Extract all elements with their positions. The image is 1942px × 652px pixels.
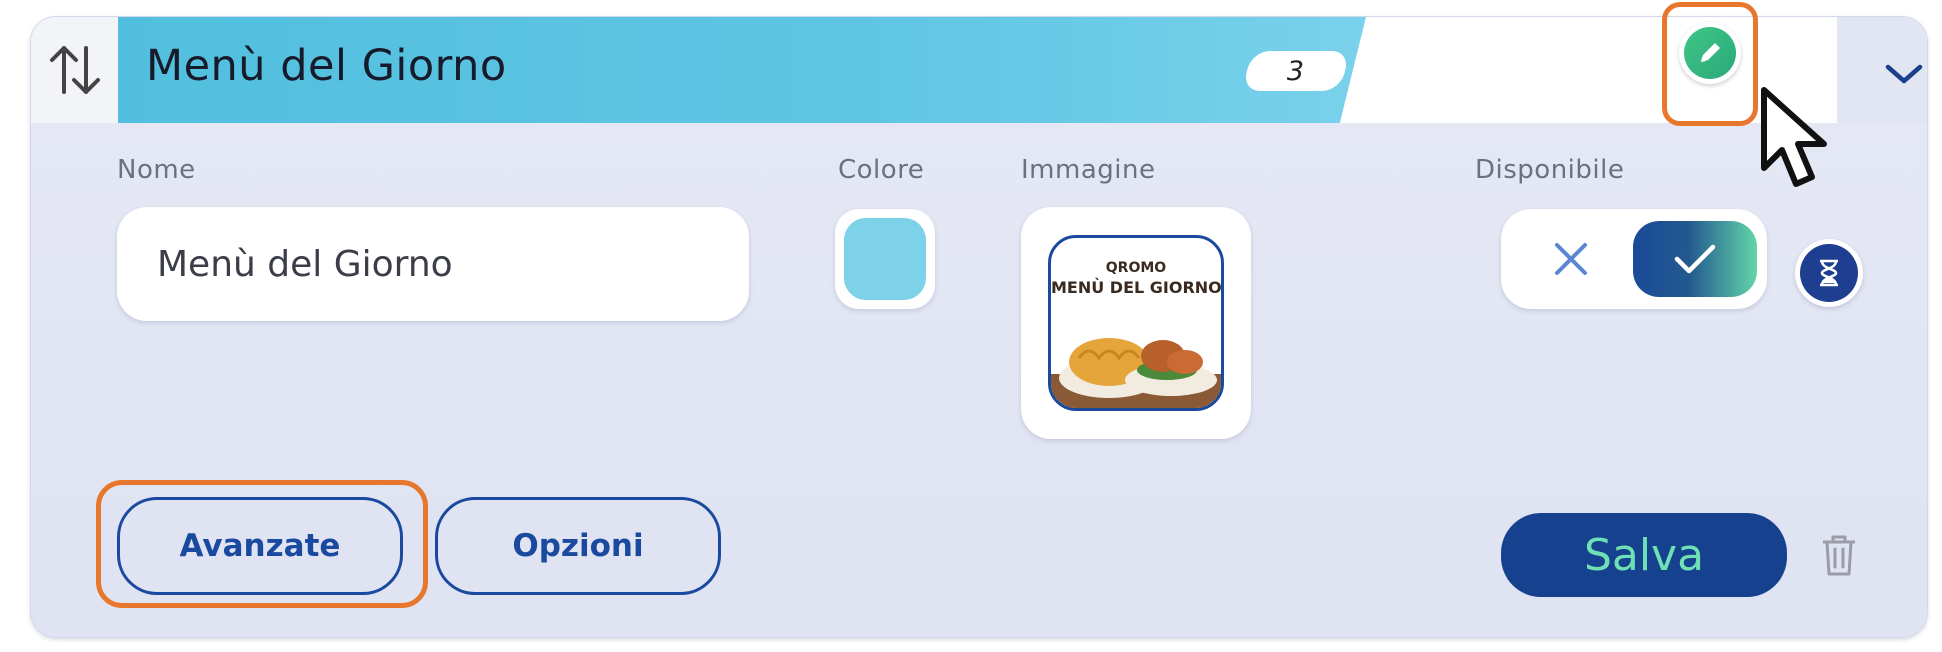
color-swatch-fill — [844, 218, 926, 300]
image-caption-brand: QROMO — [1105, 260, 1167, 276]
image-upload[interactable]: QROMO MENÙ DEL GIORNO — [1021, 207, 1251, 439]
save-button[interactable]: Salva — [1501, 513, 1787, 597]
color-label: Colore — [838, 155, 925, 185]
x-icon — [1555, 243, 1587, 275]
color-picker[interactable] — [835, 209, 935, 309]
food-illustration — [1051, 338, 1221, 408]
options-button[interactable]: Opzioni — [435, 497, 721, 595]
available-label: Disponibile — [1475, 155, 1625, 185]
chevron-down-icon — [1885, 64, 1923, 84]
edit-highlight — [1662, 2, 1758, 126]
sort-handle[interactable] — [31, 17, 118, 123]
category-image: QROMO MENÙ DEL GIORNO — [1048, 235, 1224, 411]
check-icon — [1674, 244, 1716, 274]
expand-button[interactable] — [1881, 59, 1927, 89]
availability-toggle[interactable] — [1501, 209, 1767, 309]
toggle-off-option[interactable] — [1527, 229, 1615, 289]
image-label: Immagine — [1021, 155, 1156, 185]
trash-icon — [1823, 535, 1855, 576]
advanced-highlight — [96, 480, 428, 608]
category-title: Menù del Giorno — [146, 41, 507, 91]
mouse-pointer-icon — [1761, 87, 1827, 187]
item-count: 3 — [1287, 55, 1305, 87]
name-input[interactable] — [117, 207, 749, 321]
name-label: Nome — [117, 155, 196, 185]
sort-arrows-icon — [49, 46, 100, 94]
image-caption-title: MENÙ DEL GIORNO — [1051, 278, 1222, 297]
toggle-on-option[interactable] — [1633, 221, 1757, 297]
item-count-badge: 3 — [1242, 51, 1350, 91]
schedule-button[interactable] — [1795, 239, 1863, 307]
hourglass-icon — [1820, 259, 1838, 287]
delete-button[interactable] — [1819, 531, 1859, 579]
